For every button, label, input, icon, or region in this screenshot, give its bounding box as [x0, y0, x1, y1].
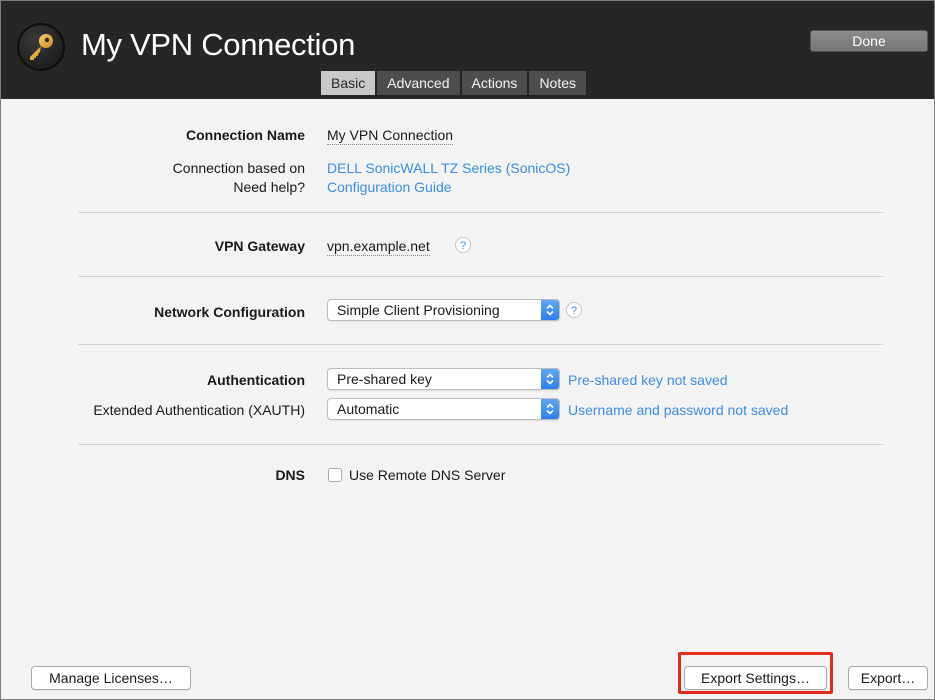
tab-actions[interactable]: Actions [461, 71, 528, 95]
vpn-gateway-field[interactable]: vpn.example.net [327, 238, 430, 256]
manage-licenses-button[interactable]: Manage Licenses… [31, 666, 191, 690]
network-configuration-popup[interactable]: Simple Client Provisioning [327, 299, 560, 321]
tab-bar: Basic Advanced Actions Notes [321, 71, 587, 95]
need-help-label: Need help? [233, 179, 305, 195]
connection-name-field[interactable]: My VPN Connection [327, 127, 454, 145]
xauth-popup[interactable]: Automatic [327, 398, 560, 420]
export-button[interactable]: Export… [848, 666, 928, 690]
up-down-chevron-icon [541, 399, 559, 419]
network-configuration-label: Network Configuration [154, 304, 305, 320]
configuration-guide-link[interactable]: Configuration Guide [327, 179, 452, 195]
xauth-status-link[interactable]: Username and password not saved [568, 402, 788, 418]
network-configuration-value: Simple Client Provisioning [337, 302, 500, 318]
export-settings-highlight [678, 652, 833, 694]
remote-dns-checkbox-label[interactable]: Use Remote DNS Server [349, 467, 505, 483]
divider [78, 444, 883, 445]
key-icon [17, 23, 65, 71]
divider [78, 276, 883, 277]
divider [78, 344, 883, 345]
authentication-popup[interactable]: Pre-shared key [327, 368, 560, 390]
help-icon[interactable]: ? [455, 237, 471, 253]
done-button[interactable]: Done [810, 30, 928, 52]
tab-basic[interactable]: Basic [321, 71, 376, 95]
vpn-gateway-label: VPN Gateway [214, 238, 305, 254]
tab-advanced[interactable]: Advanced [377, 71, 460, 95]
connection-based-on-label: Connection based on [172, 160, 305, 176]
remote-dns-checkbox[interactable] [328, 468, 342, 482]
xauth-value: Automatic [337, 401, 400, 417]
help-icon[interactable]: ? [566, 302, 582, 318]
window-title: My VPN Connection [81, 27, 356, 62]
authentication-label: Authentication [207, 372, 305, 388]
tab-notes[interactable]: Notes [529, 71, 587, 95]
connection-name-label: Connection Name [185, 127, 305, 143]
header-bar: My VPN Connection Done Basic Advanced Ac… [1, 1, 934, 99]
vpn-settings-window: My VPN Connection Done Basic Advanced Ac… [0, 0, 935, 700]
connection-based-on-link[interactable]: DELL SonicWALL TZ Series (SonicOS) [327, 160, 570, 176]
xauth-label: Extended Authentication (XAUTH) [93, 402, 305, 418]
divider [78, 212, 883, 213]
up-down-chevron-icon [541, 300, 559, 320]
dns-label: DNS [275, 467, 305, 483]
up-down-chevron-icon [541, 369, 559, 389]
authentication-value: Pre-shared key [337, 371, 432, 387]
preshared-key-status-link[interactable]: Pre-shared key not saved [568, 372, 728, 388]
